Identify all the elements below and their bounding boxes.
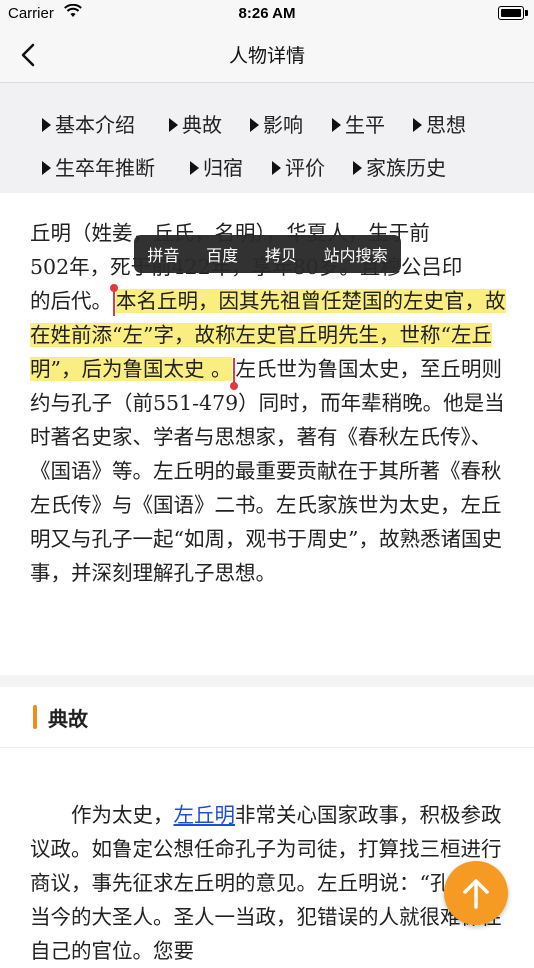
clock: 8:26 AM <box>238 5 296 22</box>
section-link-influence[interactable]: 影响 <box>250 109 303 138</box>
navigation-bar: 人物详情 <box>0 28 534 83</box>
menu-pinyin[interactable]: 拼音 <box>143 242 183 266</box>
section-link-family[interactable]: 家族历史 <box>353 152 446 181</box>
triangle-right-icon <box>169 117 178 132</box>
section-link-allusion[interactable]: 典故 <box>169 109 222 138</box>
intro-rest: 左氏世为鲁国太史，至丘明则约与孔子（前551-479）同时，而年辈稍晚。他是当时… <box>30 357 505 585</box>
triangle-right-icon <box>250 117 259 132</box>
menu-copy[interactable]: 拷贝 <box>261 242 301 266</box>
arrow-up-icon <box>463 879 489 909</box>
section-link-burial[interactable]: 归宿 <box>190 152 243 181</box>
person-link[interactable]: 左丘明 <box>174 803 236 827</box>
selection-end-handle[interactable] <box>229 357 238 390</box>
triangle-right-icon <box>42 160 51 175</box>
menu-site-search[interactable]: 站内搜索 <box>320 242 392 266</box>
page-title: 人物详情 <box>228 45 305 67</box>
section-divider <box>0 675 534 687</box>
section-link-review[interactable]: 评价 <box>272 152 325 181</box>
section-link-life[interactable]: 生平 <box>332 109 385 138</box>
scroll-to-top-button[interactable] <box>444 861 508 925</box>
section-title: 典故 <box>48 707 88 731</box>
selection-start-handle[interactable] <box>110 283 118 316</box>
section-link-thought[interactable]: 思想 <box>413 109 466 138</box>
menu-baidu[interactable]: 百度 <box>202 242 242 266</box>
section-nav: 基本介绍 典故 影响 生平 思想 生卒年推断 归宿 评价 家族历史 <box>0 83 534 193</box>
section-link-intro[interactable]: 基本介绍 <box>42 109 135 138</box>
section-accent-bar <box>33 705 37 729</box>
triangle-right-icon <box>42 117 51 132</box>
triangle-right-icon <box>413 117 422 132</box>
section-link-dates[interactable]: 生卒年推断 <box>42 152 155 181</box>
status-bar: Carrier 8:26 AM <box>0 0 534 28</box>
triangle-right-icon <box>190 160 199 175</box>
triangle-right-icon <box>272 160 281 175</box>
intro-line-3: 的后代。 <box>30 289 112 313</box>
battery-icon <box>498 6 528 20</box>
allusion-section-header: 典故 <box>0 687 534 748</box>
text-selection-menu: 拼音 百度 拷贝 站内搜索 <box>134 235 401 273</box>
triangle-right-icon <box>332 117 341 132</box>
allusion-text[interactable]: 作为太史，左丘明非常关心国家政事，积极参政议政。如鲁定公想任命孔子为司徒，打算找… <box>30 798 508 968</box>
triangle-right-icon <box>353 160 362 175</box>
